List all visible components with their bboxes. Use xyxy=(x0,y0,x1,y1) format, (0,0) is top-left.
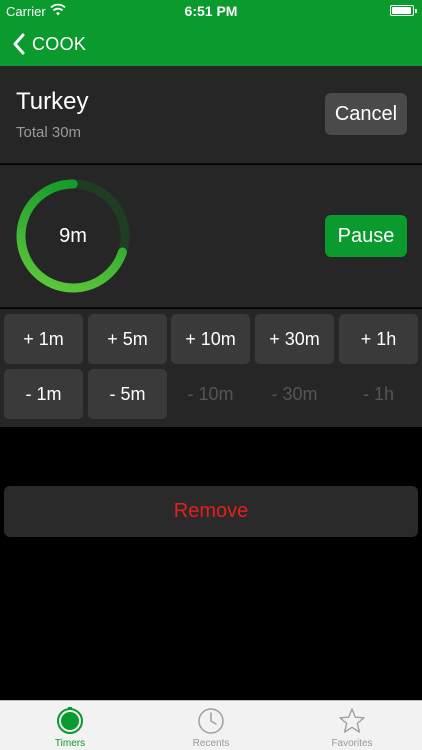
time-remaining: 9m xyxy=(59,224,87,247)
remove-button[interactable]: Remove xyxy=(4,486,418,537)
tab-timers-label: Timers xyxy=(54,738,86,749)
status-time: 6:51 PM xyxy=(184,3,238,19)
battery-level xyxy=(392,7,411,14)
status-bar: Carrier 6:51 PM xyxy=(0,0,422,22)
tab-timers[interactable]: Timers xyxy=(0,701,140,750)
timer-progress-section: 9m Pause xyxy=(0,165,422,308)
chevron-left-icon xyxy=(13,33,25,55)
clock-icon xyxy=(198,708,224,734)
timer-total: Total 30m xyxy=(16,124,82,141)
cancel-button[interactable]: Cancel xyxy=(325,93,407,135)
timer-name: Turkey xyxy=(16,88,89,115)
tab-recents-label: Recents xyxy=(192,738,230,749)
subtract-5m-button[interactable]: - 5m xyxy=(88,369,167,419)
tab-favorites-label: Favorites xyxy=(331,738,373,749)
tab-favorites[interactable]: Favorites xyxy=(282,701,422,750)
add-5m-button[interactable]: + 5m xyxy=(88,314,167,364)
add-1h-button[interactable]: + 1h xyxy=(339,314,418,364)
time-adjust-grid: + 1m + 5m + 10m + 30m + 1h - 1m - 5m - 1… xyxy=(0,309,422,427)
battery-icon xyxy=(390,5,417,16)
back-button[interactable]: COOK xyxy=(10,30,86,58)
timer-header: Turkey Total 30m Cancel xyxy=(0,66,422,164)
tab-bar: Timers Recents Favorites xyxy=(0,700,422,750)
subtract-30m-button: - 30m xyxy=(271,383,318,404)
pause-button[interactable]: Pause xyxy=(325,215,407,257)
add-30m-button[interactable]: + 30m xyxy=(255,314,334,364)
tab-recents[interactable]: Recents xyxy=(141,701,281,750)
add-10m-button[interactable]: + 10m xyxy=(171,314,250,364)
back-button-label: COOK xyxy=(32,33,87,54)
subtract-10m-button: - 10m xyxy=(187,383,234,404)
navigation-bar: Carrier 6:51 PM COOK xyxy=(0,0,422,66)
subtract-1h-button: - 1h xyxy=(362,383,395,404)
subtract-1m-button[interactable]: - 1m xyxy=(4,369,83,419)
timer-icon xyxy=(57,707,83,734)
add-1m-button[interactable]: + 1m xyxy=(4,314,83,364)
star-icon xyxy=(339,708,365,733)
